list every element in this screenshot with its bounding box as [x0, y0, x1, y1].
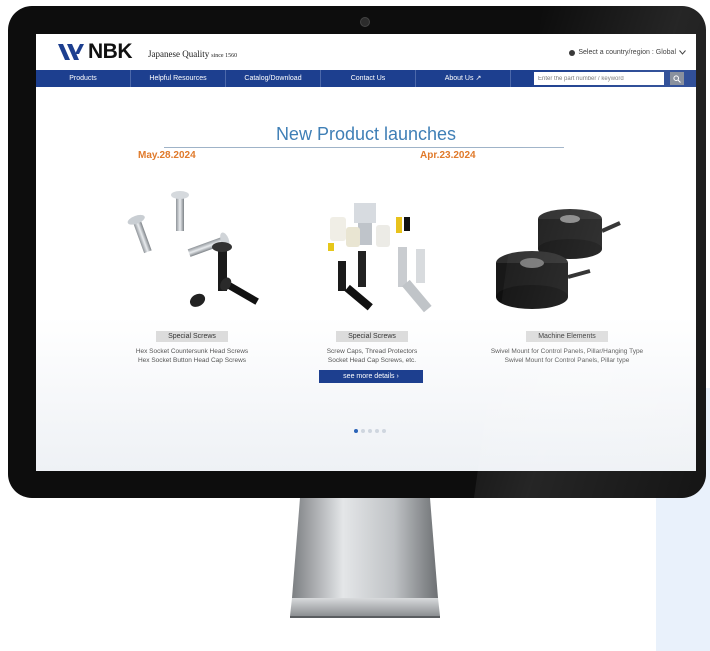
- logo-text: NBK: [88, 40, 133, 63]
- product-desc-line: Socket Head Cap Screws, etc.: [327, 357, 417, 364]
- globe-icon: [569, 49, 576, 56]
- special-screws-image-2[interactable]: [298, 187, 458, 317]
- carousel-dot[interactable]: [375, 429, 379, 433]
- carousel-indicators: [354, 429, 386, 433]
- product-desc-1: Hex Socket Countersunk Head Screws Hex S…: [92, 347, 292, 365]
- monitor-frame: NBK Japanese Quality since 1560 Select a …: [8, 6, 706, 498]
- machine-elements-image[interactable]: [480, 187, 650, 317]
- product-desc-line: Swivel Mount for Control Panels, Pillar/…: [490, 348, 644, 355]
- browser-screen: NBK Japanese Quality since 1560 Select a …: [36, 34, 696, 471]
- product-category-1: Special Screws: [156, 331, 228, 342]
- product-desc-line: Swivel Mount for Control Panels, Pillar …: [504, 357, 630, 364]
- chevron-down-icon: [679, 50, 686, 55]
- carousel-dot[interactable]: [354, 429, 358, 433]
- carousel-dot[interactable]: [368, 429, 372, 433]
- product-card-1[interactable]: Special Screws Hex Socket Countersunk He…: [92, 325, 292, 365]
- search-input[interactable]: [534, 72, 664, 85]
- tagline: Japanese Quality since 1560: [148, 49, 237, 59]
- nav-contact-us[interactable]: Contact Us: [321, 70, 416, 87]
- search-button[interactable]: [670, 72, 684, 85]
- tagline-text: Japanese Quality: [148, 49, 210, 59]
- product-desc-line: Screw Caps, Thread Protectors: [326, 348, 418, 355]
- product-desc-line: Hex Socket Button Head Cap Screws: [137, 357, 247, 364]
- camera-icon: [360, 17, 370, 27]
- nav-catalog-download[interactable]: Catalog/Download: [226, 70, 321, 87]
- site-header: NBK Japanese Quality since 1560 Select a …: [36, 34, 696, 70]
- product-card-2[interactable]: Special Screws Screw Caps, Thread Protec…: [272, 325, 472, 365]
- nav-helpful-resources[interactable]: Helpful Resources: [131, 70, 226, 87]
- carousel-dot[interactable]: [361, 429, 365, 433]
- region-selector[interactable]: Select a country/region : Global: [569, 49, 686, 56]
- release-date-2: Apr.23.2024: [420, 150, 476, 161]
- product-category-3: Machine Elements: [526, 331, 608, 342]
- hero-title-divider: [164, 147, 564, 148]
- logo-mark-icon: [58, 44, 84, 60]
- region-label: Select a country/region : Global: [578, 49, 676, 56]
- nav-about-us[interactable]: About Us ↗: [416, 70, 511, 87]
- external-link-icon: ↗: [475, 75, 482, 82]
- nav-products[interactable]: Products: [36, 70, 131, 87]
- carousel-dot[interactable]: [382, 429, 386, 433]
- release-date-1: May.28.2024: [138, 150, 196, 161]
- product-card-3[interactable]: Machine Elements Swivel Mount for Contro…: [452, 325, 682, 365]
- special-screws-image-1[interactable]: [106, 187, 266, 317]
- see-more-details-button[interactable]: see more details ›: [319, 370, 423, 383]
- nbk-logo[interactable]: NBK: [58, 40, 133, 64]
- nav-about-us-label: About Us: [444, 75, 474, 82]
- product-category-2: Special Screws: [336, 331, 408, 342]
- product-desc-3: Swivel Mount for Control Panels, Pillar/…: [452, 347, 682, 365]
- monitor-stand: [290, 498, 440, 618]
- search-icon: [673, 74, 681, 83]
- tagline-since: since 1560: [211, 53, 238, 59]
- product-desc-2: Screw Caps, Thread Protectors Socket Hea…: [272, 347, 472, 365]
- hero-banner: New Product launches May.28.2024 Apr.23.…: [36, 87, 696, 471]
- hero-title: New Product launches: [275, 124, 457, 144]
- product-desc-line: Hex Socket Countersunk Head Screws: [135, 348, 249, 355]
